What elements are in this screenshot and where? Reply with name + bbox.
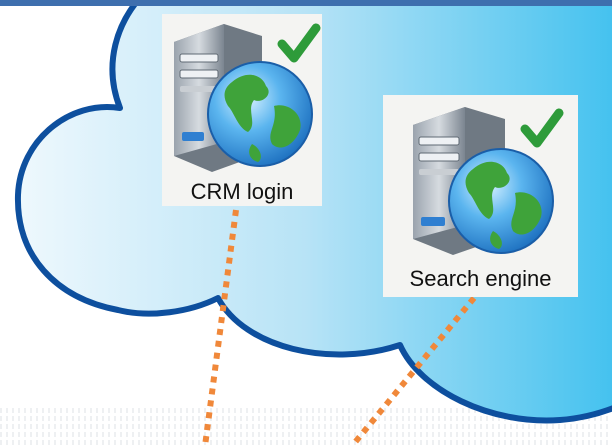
network-cloud-diagram: h [0, 0, 612, 446]
connector-search [349, 296, 477, 446]
node-search-engine[interactable]: Search engine [383, 95, 578, 297]
node-label-search: Search engine [409, 266, 552, 291]
check-icon [520, 108, 564, 148]
node-label-crm: CRM login [190, 179, 294, 204]
connector-crm [202, 209, 239, 446]
node-crm-login[interactable]: CRM login [162, 14, 322, 206]
web-server-globe-icon [174, 23, 321, 172]
check-icon [277, 23, 321, 63]
web-server-globe-icon [413, 107, 564, 255]
